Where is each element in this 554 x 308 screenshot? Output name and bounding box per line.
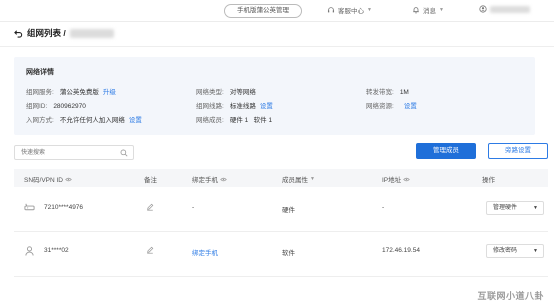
router-icon bbox=[24, 203, 35, 211]
eye-icon[interactable] bbox=[403, 177, 410, 182]
field-network-line: 组网线路: 标准线路 设置 bbox=[196, 103, 273, 110]
upgrade-link[interactable]: 升级 bbox=[103, 89, 116, 96]
account-name-redacted bbox=[490, 5, 530, 13]
field-network-id: 组网ID: 280962970 bbox=[26, 103, 86, 110]
bypass-settings-button[interactable]: 旁路设置 bbox=[488, 143, 548, 159]
field-network-resources: 网络资源: 设置 bbox=[366, 103, 417, 110]
change-password-select[interactable]: 修改密码 ▼ bbox=[486, 244, 544, 258]
breadcrumb: 组网列表 / bbox=[14, 27, 114, 39]
field-bandwidth: 转发带宽: 1M bbox=[366, 89, 409, 96]
chevron-down-icon: ▼ bbox=[367, 7, 372, 13]
ip-value: 172.46.19.54 bbox=[382, 247, 420, 254]
column-sn: SN码/VPN ID bbox=[24, 174, 72, 184]
top-bar: 手机版蒲公英管理 客服中心 ▼ 消息 ▼ bbox=[0, 0, 554, 22]
user-icon bbox=[25, 246, 34, 256]
column-action: 操作 bbox=[482, 177, 495, 184]
quick-search[interactable] bbox=[14, 145, 134, 160]
chevron-down-icon: ▼ bbox=[439, 7, 444, 13]
edit-icon[interactable] bbox=[146, 246, 154, 254]
bell-icon bbox=[413, 7, 419, 14]
field-join-mode: 入网方式: 不允许任何人加入网络 设置 bbox=[26, 117, 142, 124]
user-avatar-icon bbox=[479, 5, 487, 13]
chevron-down-icon: ▼ bbox=[310, 176, 315, 182]
line-settings-link[interactable]: 设置 bbox=[260, 103, 273, 110]
column-note: 备注 bbox=[144, 177, 157, 184]
eye-icon[interactable] bbox=[220, 177, 227, 182]
column-ip: IP地址 bbox=[382, 174, 410, 184]
field-members: 网络成员: 硬件 1 软件 1 bbox=[196, 117, 273, 124]
network-name-redacted bbox=[69, 28, 114, 38]
table-row: 7210****4976 - 硬件 - 管理硬件 ▼ bbox=[14, 187, 548, 232]
mobile-management-button[interactable]: 手机版蒲公英管理 bbox=[224, 4, 302, 18]
manage-members-button[interactable]: 管理成员 bbox=[416, 143, 476, 159]
resources-settings-link[interactable]: 设置 bbox=[404, 103, 417, 110]
member-type-value: 软件 bbox=[282, 250, 295, 257]
field-service: 组网服务: 蒲公英免费版 升级 bbox=[26, 89, 116, 96]
chevron-down-icon: ▼ bbox=[533, 248, 538, 254]
messages-label: 消息 bbox=[423, 8, 436, 15]
member-type-value: 硬件 bbox=[282, 207, 295, 214]
table-row: 31****02 绑定手机 软件 172.46.19.54 修改密码 ▼ bbox=[14, 232, 548, 277]
table-header: SN码/VPN ID 备注 绑定手机 成员属性 ▼ IP地址 操作 bbox=[14, 169, 548, 187]
account-menu[interactable] bbox=[479, 5, 530, 13]
search-icon[interactable] bbox=[120, 149, 128, 157]
search-input[interactable] bbox=[15, 146, 115, 159]
bind-phone-link[interactable]: 绑定手机 bbox=[192, 247, 218, 257]
sn-value: 31****02 bbox=[44, 247, 69, 254]
messages-menu[interactable]: 消息 ▼ bbox=[412, 5, 444, 15]
phone-value: - bbox=[192, 204, 195, 211]
ip-value: - bbox=[382, 204, 385, 211]
sn-value: 7210****4976 bbox=[44, 204, 84, 211]
header-divider bbox=[0, 46, 554, 47]
network-details-card: 网络详情 组网服务: 蒲公英免费版 升级 网络类型: 对等网络 转发带宽: 1M 组网I… bbox=[14, 57, 535, 135]
join-settings-link[interactable]: 设置 bbox=[129, 117, 142, 124]
edit-icon[interactable] bbox=[146, 203, 154, 211]
column-member-type[interactable]: 成员属性 ▼ bbox=[282, 174, 315, 184]
network-details-title: 网络详情 bbox=[26, 69, 54, 76]
support-center-label: 客服中心 bbox=[338, 8, 364, 15]
watermark: 互联网小道八卦 bbox=[477, 291, 544, 301]
page-title: 组网列表 / bbox=[27, 28, 66, 38]
back-arrow-icon[interactable] bbox=[14, 29, 23, 38]
support-center-menu[interactable]: 客服中心 ▼ bbox=[327, 5, 372, 15]
manage-hardware-select[interactable]: 管理硬件 ▼ bbox=[486, 201, 544, 215]
headset-icon bbox=[327, 7, 335, 13]
eye-icon[interactable] bbox=[65, 177, 72, 182]
column-phone: 绑定手机 bbox=[192, 174, 227, 184]
field-network-type: 网络类型: 对等网络 bbox=[196, 89, 256, 96]
chevron-down-icon: ▼ bbox=[533, 205, 538, 211]
